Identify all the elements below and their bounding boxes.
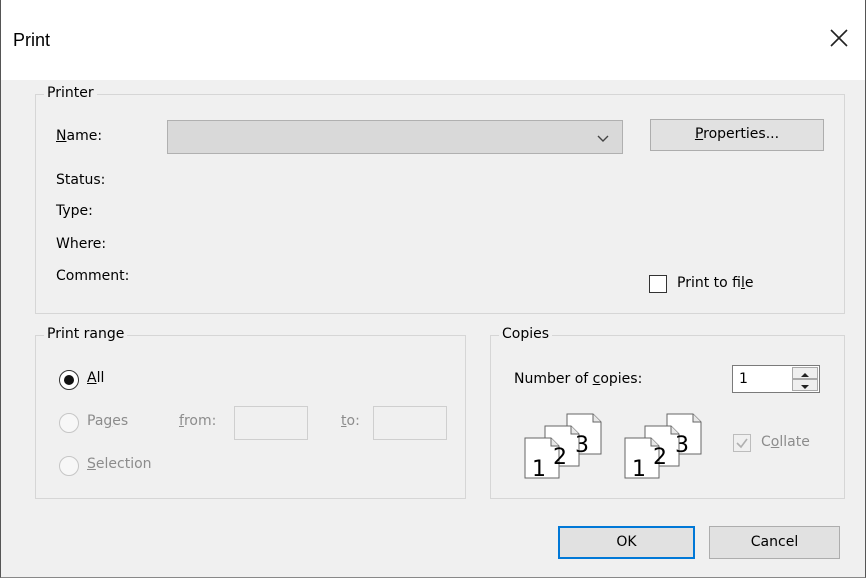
where-label: Where: bbox=[56, 236, 107, 252]
cancel-button[interactable]: Cancel bbox=[709, 526, 840, 559]
collate-pages-icon: 1 2 3 1 2 3 bbox=[524, 413, 702, 482]
properties-button[interactable]: Properties... bbox=[650, 119, 824, 151]
page-number-1: 1 bbox=[632, 457, 646, 482]
print-range-legend: Print range bbox=[44, 326, 128, 342]
status-label: Status: bbox=[56, 172, 106, 188]
dialog-title: Print bbox=[13, 30, 51, 50]
page-number-3: 3 bbox=[675, 433, 689, 458]
print-to-file-checkbox[interactable] bbox=[649, 275, 667, 293]
close-icon[interactable] bbox=[823, 22, 855, 54]
ok-button[interactable]: OK bbox=[558, 526, 695, 559]
collate-set-2: 1 2 3 bbox=[624, 413, 702, 482]
page-number-2: 2 bbox=[553, 445, 567, 470]
printer-legend: Printer bbox=[44, 85, 97, 101]
selection-label[interactable]: Selection bbox=[87, 456, 152, 472]
spin-down-icon[interactable] bbox=[792, 379, 818, 391]
collate-label[interactable]: Collate bbox=[761, 434, 810, 450]
collate-checkbox[interactable] bbox=[733, 434, 751, 452]
collate-set-1: 1 2 3 bbox=[524, 413, 602, 482]
copies-value: 1 bbox=[739, 371, 748, 387]
copies-spinner[interactable]: 1 bbox=[732, 365, 820, 393]
pages-radio[interactable] bbox=[59, 413, 79, 433]
to-field[interactable] bbox=[373, 406, 447, 440]
comment-label: Comment: bbox=[56, 268, 130, 284]
name-label: Name: bbox=[56, 128, 103, 144]
type-label: Type: bbox=[56, 203, 93, 219]
to-label: to: bbox=[341, 413, 360, 429]
page-number-3: 3 bbox=[575, 433, 589, 458]
from-label: from: bbox=[179, 413, 217, 429]
copies-legend: Copies bbox=[499, 326, 553, 342]
page-number-1: 1 bbox=[532, 457, 546, 482]
printer-name-select[interactable] bbox=[167, 120, 623, 154]
spinner-arrows bbox=[792, 367, 818, 391]
chevron-down-icon bbox=[597, 135, 609, 142]
all-label[interactable]: All bbox=[87, 370, 104, 386]
all-radio[interactable] bbox=[59, 370, 79, 390]
check-icon bbox=[736, 438, 748, 449]
pages-label[interactable]: Pages bbox=[87, 413, 128, 429]
title-bar: Print bbox=[1, 0, 865, 80]
number-of-copies-label: Number of copies: bbox=[514, 371, 643, 387]
print-to-file-label[interactable]: Print to file bbox=[677, 275, 754, 291]
print-dialog: Print Printer Name: Properties... Status… bbox=[0, 0, 866, 578]
from-field[interactable] bbox=[234, 406, 308, 440]
page-number-2: 2 bbox=[653, 445, 667, 470]
spin-up-icon[interactable] bbox=[792, 367, 818, 379]
selection-radio[interactable] bbox=[59, 456, 79, 476]
